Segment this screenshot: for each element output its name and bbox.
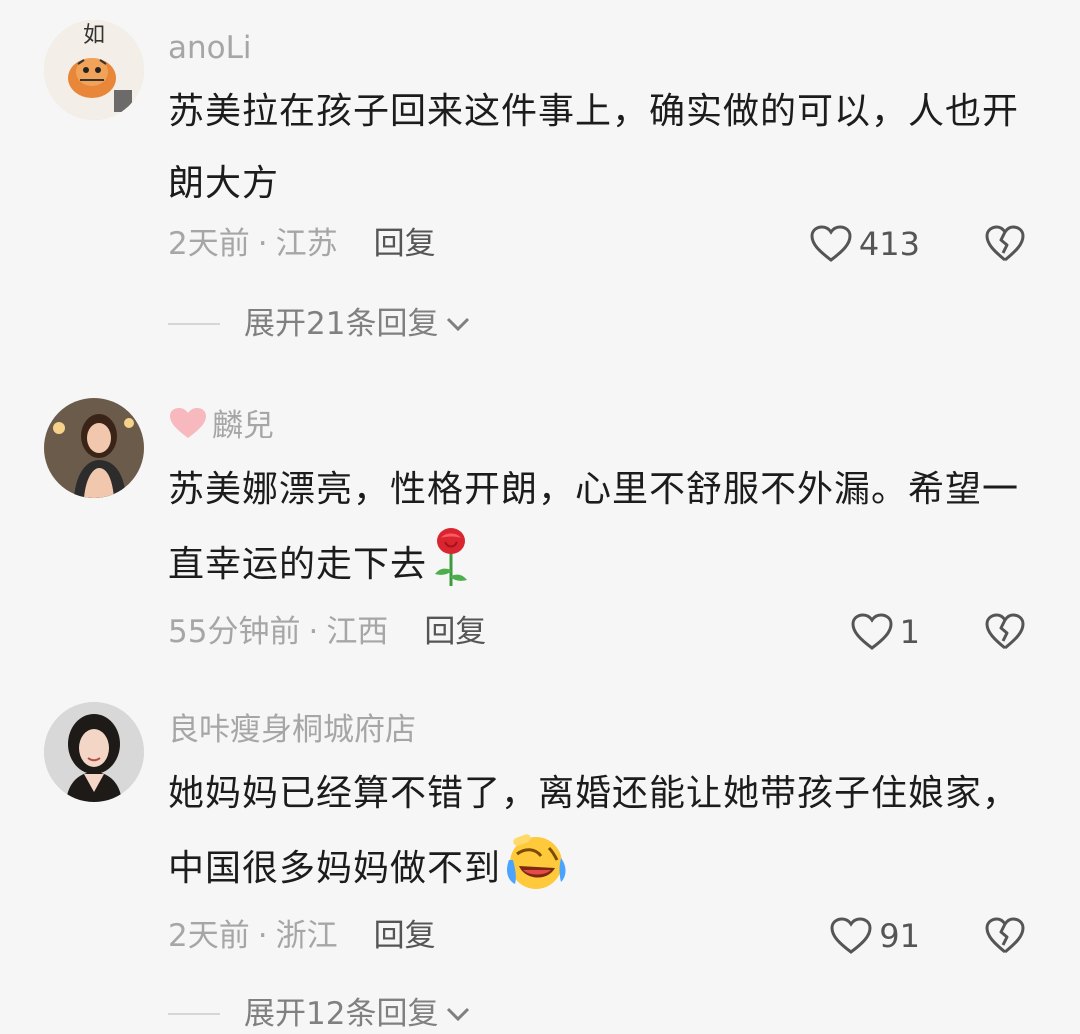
like-button[interactable]: 91 [829, 916, 920, 956]
heart-icon [830, 917, 872, 954]
dislike-button[interactable] [984, 224, 1026, 268]
broken-heart-icon [985, 613, 1025, 650]
username[interactable]: 麟兒 [168, 406, 274, 446]
expand-replies-button[interactable]: 展开21条回复 [168, 304, 472, 344]
comment-text-content: 她妈妈已经算不错了，离婚还能让她带孩子住娘家，中国很多妈妈做不到 [168, 773, 1020, 889]
like-count: 1 [899, 613, 920, 651]
expand-replies-label: 展开21条回复 [244, 306, 439, 342]
broken-heart-icon [985, 917, 1025, 954]
comment-meta: 2天前 · 浙江 回复 [168, 916, 436, 956]
location: 江西 [326, 614, 389, 650]
expand-replies-button[interactable]: 展开12条回复 [168, 994, 472, 1034]
timestamp: 2天前 [168, 918, 250, 954]
divider-line [168, 323, 220, 325]
svg-text:如: 如 [83, 23, 105, 48]
expand-replies-label: 展开12条回复 [244, 996, 439, 1032]
rose-emoji [431, 526, 471, 613]
comment-text: 她妈妈已经算不错了，离婚还能让她带孩子住娘家，中国很多妈妈做不到 [168, 758, 1038, 917]
dislike-button[interactable] [984, 916, 1026, 960]
heart-icon [851, 613, 893, 650]
like-button[interactable]: 413 [809, 224, 920, 264]
heart-icon [810, 225, 852, 262]
chevron-down-icon [447, 1007, 470, 1022]
chevron-down-icon [447, 317, 470, 332]
comment-text-content: 苏美娜漂亮，性格开朗，心里不舒服不外漏。希望一直幸运的走下去 [168, 469, 1020, 585]
separator-dot: · [257, 918, 268, 954]
timestamp: 55分钟前 [168, 614, 301, 650]
comment-text: 苏美拉在孩子回来这件事上，确实做的可以，人也开朗大方 [168, 91, 1020, 204]
comment-meta: 55分钟前 · 江西 回复 [168, 612, 486, 652]
reply-button[interactable]: 回复 [424, 614, 486, 650]
like-count: 91 [879, 917, 920, 955]
avatar[interactable] [44, 398, 144, 498]
separator-dot: · [308, 614, 319, 650]
username[interactable]: anoLi [168, 28, 252, 68]
comment-text: 苏美娜漂亮，性格开朗，心里不舒服不外漏。希望一直幸运的走下去 [168, 454, 1038, 613]
woman-portrait-avatar-image [44, 702, 144, 802]
like-count: 413 [858, 225, 920, 263]
crying-laughing-emoji [505, 830, 567, 917]
woman-photo-avatar-image [44, 398, 144, 498]
location: 浙江 [275, 918, 338, 954]
username-text: 麟兒 [212, 408, 274, 444]
divider-line [168, 1013, 220, 1015]
comment-meta: 2天前 · 江苏 回复 [168, 224, 436, 264]
timestamp: 2天前 [168, 226, 250, 262]
avatar[interactable]: 如 [44, 20, 144, 120]
location: 江苏 [275, 226, 338, 262]
separator-dot: · [257, 226, 268, 262]
broken-heart-icon [985, 225, 1025, 262]
like-button[interactable]: 1 [850, 612, 920, 652]
reply-button[interactable]: 回复 [374, 918, 436, 954]
reply-button[interactable]: 回复 [374, 226, 436, 262]
dislike-button[interactable] [984, 612, 1026, 656]
username[interactable]: 良咔瘦身桐城府店 [168, 710, 416, 750]
heart-icon [170, 408, 206, 438]
tiger-avatar-image: 如 [44, 20, 144, 120]
avatar[interactable] [44, 702, 144, 802]
